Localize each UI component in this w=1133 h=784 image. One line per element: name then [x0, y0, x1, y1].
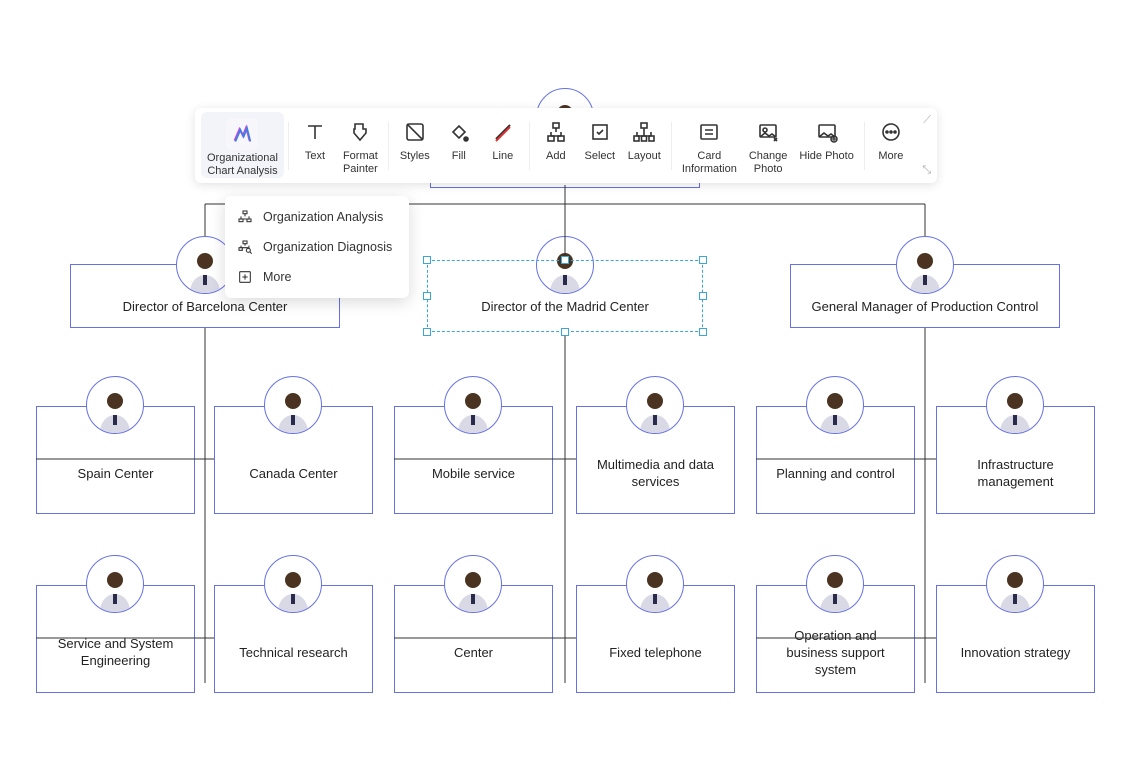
text-icon [303, 120, 327, 144]
node-label: Technical research [239, 644, 347, 661]
toolbar-styles[interactable]: Styles [393, 112, 437, 163]
toolbar-item-label: FormatPainter [343, 150, 378, 176]
toolbar-item-label: OrganizationalChart Analysis [207, 152, 278, 178]
toolbar-item-label: Text [305, 150, 325, 163]
dropdown-item-analysis[interactable]: Organization Analysis [225, 202, 409, 232]
toolbar-layout[interactable]: Layout [622, 112, 667, 163]
hide-photo-icon [815, 120, 839, 144]
more-icon [879, 120, 903, 144]
org-chart-canvas[interactable]: Director of Barcelona Center Director of… [0, 0, 1133, 784]
resize-handle-tl[interactable] [423, 256, 431, 264]
avatar-svcsys [86, 555, 144, 613]
toolbar-add[interactable]: Add [534, 112, 578, 163]
toolbar-change-photo[interactable]: ChangePhoto [743, 112, 794, 176]
avatar-mobile [444, 376, 502, 434]
toolbar-format-painter[interactable]: FormatPainter [337, 112, 384, 176]
dropdown-item-label: More [263, 270, 291, 284]
toolbar-line[interactable]: Line [481, 112, 525, 163]
dropdown-item-label: Organization Diagnosis [263, 240, 392, 254]
resize-handle-mt[interactable] [561, 256, 569, 264]
plus-box-icon [237, 269, 253, 285]
layout-icon [632, 120, 656, 144]
styles-icon [403, 120, 427, 144]
fill-icon [447, 120, 471, 144]
dropdown-item-more[interactable]: More [225, 262, 409, 292]
dropdown-item-label: Organization Analysis [263, 210, 383, 224]
select-icon [588, 120, 612, 144]
drag-handle-icon[interactable]: ⤡ [922, 164, 931, 177]
toolbar-item-label: Line [492, 150, 513, 163]
avatar-center [444, 555, 502, 613]
org-analysis-dropdown: Organization Analysis Organization Diagn… [225, 196, 409, 298]
toolbar-item-label: Select [585, 150, 616, 163]
toolbar-text[interactable]: Text [293, 112, 337, 163]
avatar-multimedia [626, 376, 684, 434]
toolbar-fill[interactable]: Fill [437, 112, 481, 163]
format-painter-icon [348, 120, 372, 144]
avatar-canada [264, 376, 322, 434]
node-label: Fixed telephone [609, 644, 702, 661]
card-info-icon [697, 120, 721, 144]
toolbar-card-info[interactable]: CardInformation [676, 112, 743, 176]
toolbar-item-label: Hide Photo [799, 150, 853, 163]
avatar-fixedtel [626, 555, 684, 613]
resize-handle-ml[interactable] [423, 292, 431, 300]
toolbar-org-analysis[interactable]: OrganizationalChart Analysis [201, 112, 284, 178]
node-label: General Manager of Production Control [812, 298, 1039, 315]
org-analysis-icon [226, 118, 258, 150]
toolbar-item-label: CardInformation [682, 150, 737, 176]
add-icon [544, 120, 568, 144]
resize-handle-bl[interactable] [423, 328, 431, 336]
hierarchy-search-icon [237, 239, 253, 255]
node-label: Director of Barcelona Center [123, 298, 288, 315]
avatar-infra [986, 376, 1044, 434]
avatar-spain [86, 376, 144, 434]
toolbar-separator [288, 122, 289, 170]
toolbar-item-label: Styles [400, 150, 430, 163]
resize-handle-tr[interactable] [699, 256, 707, 264]
toolbar-select[interactable]: Select [578, 112, 622, 163]
toolbar-more[interactable]: More [869, 112, 913, 163]
resize-handle-mr[interactable] [699, 292, 707, 300]
node-label: Canada Center [249, 465, 337, 482]
toolbar-hide-photo[interactable]: Hide Photo [793, 112, 859, 163]
node-label: Innovation strategy [961, 644, 1071, 661]
toolbar-separator [864, 122, 865, 170]
node-label: Infrastructure management [947, 456, 1084, 490]
avatar-techres [264, 555, 322, 613]
context-toolbar: OrganizationalChart Analysis Text Format… [195, 108, 937, 183]
resize-handle-mb[interactable] [561, 328, 569, 336]
toolbar-item-label: Layout [628, 150, 661, 163]
node-label: Center [454, 644, 493, 661]
dropdown-item-diagnosis[interactable]: Organization Diagnosis [225, 232, 409, 262]
avatar-innov [986, 555, 1044, 613]
toolbar-item-label: ChangePhoto [749, 150, 788, 176]
avatar-ops [806, 555, 864, 613]
avatar-planning [806, 376, 864, 434]
avatar-prodctrl [896, 236, 954, 294]
selection-outline[interactable] [427, 260, 703, 332]
toolbar-separator [388, 122, 389, 170]
node-label: Multimedia and data services [587, 456, 724, 490]
hierarchy-icon [237, 209, 253, 225]
resize-handle-br[interactable] [699, 328, 707, 336]
node-label: Operation and business support system [767, 627, 904, 678]
toolbar-item-label: More [878, 150, 903, 163]
toolbar-separator [671, 122, 672, 170]
toolbar-item-label: Add [546, 150, 566, 163]
node-label: Spain Center [78, 465, 154, 482]
node-label: Mobile service [432, 465, 515, 482]
pin-icon[interactable]: ⟋ [923, 114, 931, 127]
line-icon [491, 120, 515, 144]
change-photo-icon [756, 120, 780, 144]
toolbar-item-label: Fill [452, 150, 466, 163]
node-label: Service and System Engineering [47, 635, 184, 669]
node-label: Planning and control [776, 465, 895, 482]
toolbar-separator [529, 122, 530, 170]
